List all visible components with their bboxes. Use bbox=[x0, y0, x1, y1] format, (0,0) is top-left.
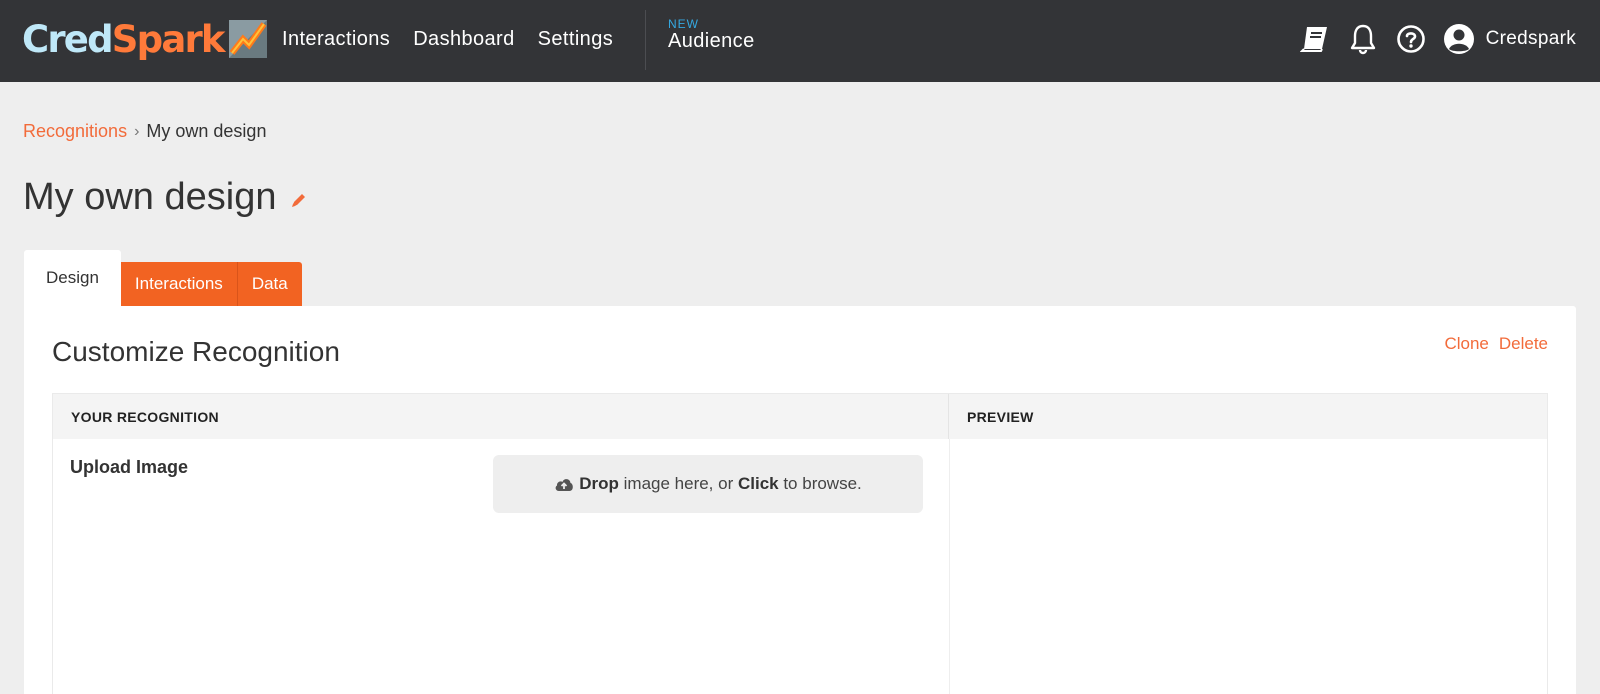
nav-audience[interactable]: Audience bbox=[668, 30, 755, 53]
tab-data[interactable]: Data bbox=[236, 262, 302, 306]
upload-image-label: Upload Image bbox=[70, 457, 189, 477]
book-icon[interactable] bbox=[1298, 22, 1332, 56]
breadcrumb-current: My own design bbox=[146, 121, 267, 141]
nav-divider bbox=[645, 10, 646, 70]
nav-settings[interactable]: Settings bbox=[538, 28, 613, 51]
nav-dashboard[interactable]: Dashboard bbox=[413, 28, 514, 51]
credspark-logo[interactable]: CredSpark bbox=[22, 16, 268, 62]
nav-interactions[interactable]: Interactions bbox=[282, 28, 390, 51]
main-nav: Interactions Dashboard Settings bbox=[282, 28, 636, 51]
breadcrumb-recognitions-link[interactable]: Recognitions bbox=[23, 121, 127, 142]
bell-icon[interactable] bbox=[1346, 22, 1380, 56]
column-preview: PREVIEW bbox=[967, 408, 1034, 425]
table-header: YOUR RECOGNITION PREVIEW bbox=[52, 393, 1548, 439]
cloud-upload-icon bbox=[555, 479, 574, 491]
panel-title: Customize Recognition bbox=[52, 336, 340, 367]
tab-design[interactable]: Design bbox=[24, 250, 121, 306]
breadcrumb-separator: › bbox=[134, 122, 140, 140]
logo-wordmark: CredSpark bbox=[22, 17, 226, 61]
breadcrumb: Recognitions › My own design bbox=[23, 121, 266, 142]
table-body: Upload Image Drop image here, or Click t… bbox=[52, 439, 1548, 694]
tab-bar: Design Interactions Data bbox=[24, 250, 302, 306]
user-name[interactable]: Credspark bbox=[1486, 28, 1576, 50]
new-badge: NEW bbox=[668, 17, 699, 31]
dropzone-text: Drop image here, or Click to browse. bbox=[579, 474, 862, 493]
header-actions: Credspark bbox=[1284, 22, 1576, 56]
delete-link[interactable]: Delete bbox=[1499, 334, 1548, 354]
design-panel: Customize Recognition Clone Delete YOUR … bbox=[24, 306, 1576, 694]
spark-logo-icon bbox=[228, 20, 267, 58]
image-dropzone[interactable]: Drop image here, or Click to browse. bbox=[493, 455, 923, 513]
clone-link[interactable]: Clone bbox=[1444, 334, 1488, 354]
tab-interactions[interactable]: Interactions bbox=[120, 262, 237, 306]
top-navbar: CredSpark Interactions Dashboard Setting… bbox=[0, 0, 1600, 82]
pencil-edit-icon[interactable] bbox=[290, 191, 308, 209]
panel-actions: Clone Delete bbox=[1444, 334, 1548, 354]
column-divider bbox=[949, 439, 950, 694]
user-icon[interactable] bbox=[1442, 22, 1476, 56]
page-title: My own design bbox=[23, 176, 277, 218]
help-icon[interactable] bbox=[1394, 22, 1428, 56]
column-your-recognition: YOUR RECOGNITION bbox=[53, 394, 949, 439]
